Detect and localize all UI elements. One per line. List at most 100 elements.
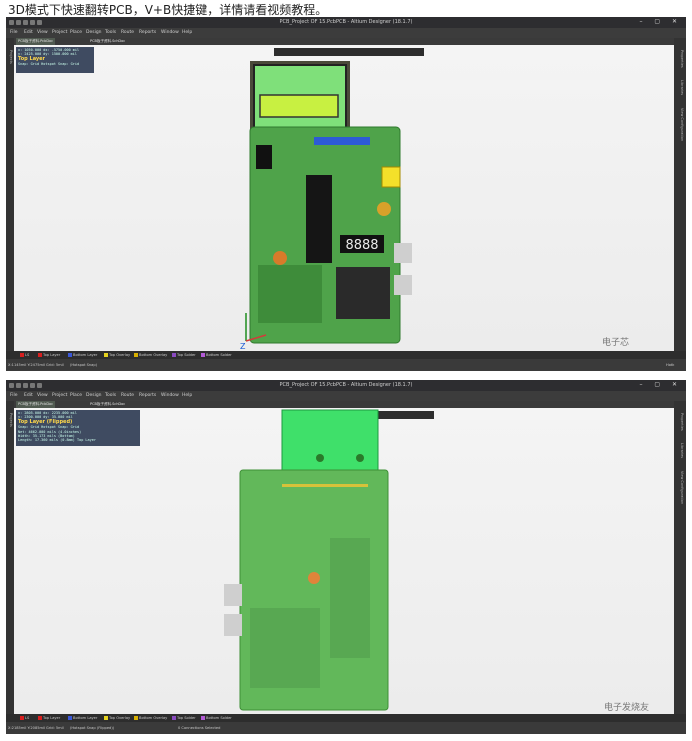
axis-z-label: Z [240, 342, 246, 351]
layer-swatch [172, 353, 176, 357]
layer-tab-bottom-layer[interactable]: Bottom Layer [68, 714, 97, 722]
watermark: 电子芯 [602, 338, 630, 348]
projects-panel-tab[interactable]: Projects [9, 50, 13, 64]
layer-swatch [201, 716, 205, 720]
crystal-oscillator [377, 202, 391, 216]
right-panel-strip: Properties Libraries View Configuration [674, 401, 686, 714]
left-panel-strip: Projects [6, 38, 14, 351]
seven-seg-digits: 8888 [345, 238, 378, 253]
window-title: PCB_Project OF 15.PcbPCB - Altium Design… [279, 19, 413, 25]
mcu-chip [306, 175, 332, 263]
menu-route[interactable]: Route [121, 28, 134, 38]
layer-tab-top-solder[interactable]: Top Solder [172, 714, 196, 722]
menu-reports[interactable]: Reports [139, 28, 156, 38]
layer-swatch [134, 716, 138, 720]
view-config-panel-tab[interactable]: View Configuration [680, 108, 684, 141]
menu-design[interactable]: Design [86, 28, 102, 38]
lcd-mount-hole [316, 454, 324, 462]
pcb-3d-viewport[interactable]: x: 2805.000 dx: 2235.000 mil y: 2300.000… [14, 408, 674, 714]
pcb-board-3d-bottom [224, 409, 389, 711]
menu-edit[interactable]: Edit [24, 391, 33, 401]
libraries-panel-tab[interactable]: Libraries [680, 80, 684, 95]
menu-file[interactable]: File [10, 391, 18, 401]
layer-swatch [172, 716, 176, 720]
potentiometer [273, 251, 287, 265]
menu-reports[interactable]: Reports [139, 391, 156, 401]
properties-panel-tab[interactable]: Properties [680, 413, 684, 431]
window-controls[interactable]: – ▢ ✕ [639, 18, 682, 25]
tab-schdoc[interactable]: PCB板子资料.SchDoc [88, 38, 127, 45]
pcb-3d-viewport[interactable]: x: 1050.000 dx: -5750.000 mil y: 2425.00… [14, 45, 674, 351]
layer-tab-top-overlay[interactable]: Top Overlay [104, 351, 130, 359]
pad-row [282, 484, 368, 487]
menu-window[interactable]: Window [161, 28, 179, 38]
layer-tab-top-layer[interactable]: Top Layer [38, 714, 60, 722]
layer-swatch [38, 353, 42, 357]
properties-panel-tab[interactable]: Properties [680, 50, 684, 68]
keypad-area [258, 265, 322, 323]
audio-jack-1 [224, 584, 242, 606]
layer-tab-bottom-solder[interactable]: Bottom Solder [201, 351, 232, 359]
menu-project[interactable]: Project [52, 391, 67, 401]
layer-swatch [104, 716, 108, 720]
audio-jack-1 [394, 243, 412, 263]
layer-tab-bottom-overlay[interactable]: Bottom Overlay [134, 714, 167, 722]
layer-swatch [104, 353, 108, 357]
layer-tab-top-solder[interactable]: Top Solder [172, 351, 196, 359]
menu-project[interactable]: Project [52, 28, 67, 38]
audio-jack-2 [224, 614, 242, 636]
screenshot-3d-flipped: PCB_Project OF 15.PcbPCB - Altium Design… [6, 380, 686, 734]
status-grid: Grid: 5mil [46, 726, 64, 730]
layer-swatch [68, 716, 72, 720]
menu-view[interactable]: View [37, 391, 48, 401]
status-coordinates: X:2185mil Y:2085mil [8, 726, 46, 730]
layer-tabs-bar: LS Top Layer Bottom Layer Top Overlay Bo… [6, 714, 686, 722]
header-connector [314, 137, 370, 145]
document-tabs: PCB板子资料.PcbDoc PCB板子资料.SchDoc [14, 401, 674, 408]
menu-tools[interactable]: Tools [105, 28, 116, 38]
tab-pcbdoc[interactable]: PCB板子资料.PcbDoc [16, 38, 56, 45]
audio-jack-2 [394, 275, 412, 295]
status-snap: (Hotspot Snap) [70, 363, 98, 367]
layer-swatch [20, 353, 24, 357]
layer-swatch [38, 716, 42, 720]
menu-edit[interactable]: Edit [24, 28, 33, 38]
view-config-panel-tab[interactable]: View Configuration [680, 471, 684, 504]
status-snap: (Hotspot Snap (Flipped)) [70, 726, 115, 730]
projects-panel-tab[interactable]: Projects [9, 413, 13, 427]
screenshot-3d-top: PCB_Project OF 15.PcbPCB - Altium Design… [6, 17, 686, 371]
right-panel-strip: Properties Libraries View Configuration [674, 38, 686, 351]
layer-tab-ls[interactable]: LS [20, 714, 29, 722]
lcd-mount-hole [356, 454, 364, 462]
menu-route[interactable]: Route [121, 391, 134, 401]
menu-view[interactable]: View [37, 28, 48, 38]
layer-tab-top-overlay[interactable]: Top Overlay [104, 714, 130, 722]
menu-place[interactable]: Place [70, 391, 82, 401]
layer-tab-bottom-overlay[interactable]: Bottom Overlay [134, 351, 167, 359]
libraries-panel-tab[interactable]: Libraries [680, 443, 684, 458]
menu-design[interactable]: Design [86, 391, 102, 401]
pcb-board-3d-top: 8888 Z [240, 61, 412, 351]
tab-pcbdoc[interactable]: PCB板子资料.PcbDoc [16, 401, 56, 408]
layer-swatch [20, 716, 24, 720]
left-panel-strip: Projects [6, 401, 14, 714]
menu-tools[interactable]: Tools [105, 391, 116, 401]
layer-tab-bottom-solder[interactable]: Bottom Solder [201, 714, 232, 722]
menu-window[interactable]: Window [161, 391, 179, 401]
buzzer-label [381, 166, 401, 188]
layer-tab-top-layer[interactable]: Top Layer [38, 351, 60, 359]
tab-schdoc[interactable]: PCB板子资料.SchDoc [88, 401, 127, 408]
caption-text: 3D模式下快速翻转PCB，V+B快捷键，详情请看视频教程。 [8, 3, 328, 17]
menu-help[interactable]: Help [182, 391, 192, 401]
menu-help[interactable]: Help [182, 28, 192, 38]
layer-tab-ls[interactable]: LS [20, 351, 29, 359]
menu-file[interactable]: File [10, 28, 18, 38]
window-controls[interactable]: – ▢ ✕ [639, 381, 682, 388]
status-selection: 0 Connections Selected [178, 726, 221, 730]
menu-bar: File Edit View Project Place Design Tool… [6, 391, 686, 410]
title-bar: PCB_Project OF 15.PcbPCB - Altium Design… [6, 17, 686, 28]
layer-tab-bottom-layer[interactable]: Bottom Layer [68, 351, 97, 359]
watermark: 电子发烧友 [604, 703, 650, 713]
menu-place[interactable]: Place [70, 28, 82, 38]
status-bar: X:1145mil Y:2475mil Grid: 5mil (Hotspot … [6, 359, 686, 371]
